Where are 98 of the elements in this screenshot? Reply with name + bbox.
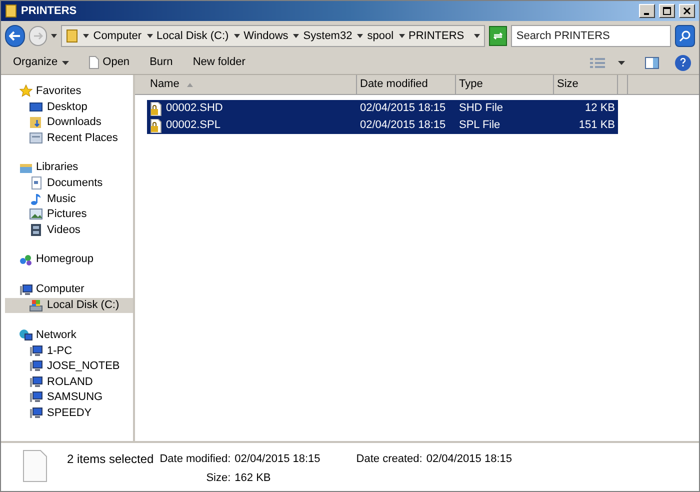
nav-item[interactable]: JOSE_NOTEB (5, 358, 133, 374)
detail-value: 162 KB (234, 470, 272, 486)
computer-icon (29, 390, 43, 404)
column-header[interactable]: Type (456, 75, 554, 94)
nav-item[interactable]: 1-PC (5, 343, 133, 358)
globe-icon (19, 328, 33, 342)
nav-item[interactable]: Network (5, 327, 133, 343)
search-button[interactable] (674, 25, 695, 47)
toolbar-button[interactable]: Organize (9, 52, 73, 72)
detail-value: 02/04/2015 18:15 (426, 452, 512, 467)
nav-item[interactable]: Local Disk (C:) (5, 298, 133, 313)
computer-icon (29, 406, 43, 420)
detail-label: Date created: (356, 452, 422, 467)
table-cell-text: 02/04/2015 18:15 (360, 118, 446, 134)
column-header[interactable]: Date modified (357, 75, 456, 94)
document-icon (29, 176, 43, 190)
detail-label: Date modified: (160, 452, 231, 467)
help-button[interactable] (675, 54, 691, 70)
back-arrow-icon (9, 31, 22, 41)
breadcrumb[interactable]: Computer (93, 28, 142, 44)
computer-icon (29, 374, 43, 389)
monitor-icon (29, 100, 43, 114)
search-field[interactable]: Search PRINTERS (511, 25, 671, 47)
close-icon (683, 7, 691, 15)
file-lock-icon (150, 118, 162, 132)
table-cell-text: 00002.SPL (166, 118, 220, 134)
toolbar-button[interactable]: Open (84, 52, 134, 72)
minimize-button[interactable] (639, 4, 655, 18)
maximize-button[interactable] (659, 4, 675, 18)
sort-arrow-icon (187, 82, 194, 86)
search-icon (678, 30, 691, 42)
nav-item[interactable]: Desktop (5, 99, 133, 114)
breadcrumb[interactable]: spool (367, 28, 394, 44)
nav-item[interactable]: Libraries (5, 160, 133, 176)
table-cell-text: 00002.SHD (166, 101, 223, 116)
nav-item[interactable]: Homegroup (5, 252, 133, 268)
caret-icon[interactable] (51, 33, 58, 39)
close-button[interactable] (679, 4, 695, 18)
breadcrumb[interactable]: PRINTERS (408, 28, 464, 44)
table-cell-text: SHD File (459, 101, 504, 116)
music-note-icon (29, 192, 43, 206)
maximize-icon (663, 7, 671, 15)
computer-icon (29, 344, 43, 358)
nav-item[interactable]: Favorites (5, 83, 133, 99)
breadcrumb[interactable]: Windows (244, 28, 288, 44)
back-button[interactable] (5, 25, 26, 47)
computer-icon (29, 359, 43, 374)
file-lock-icon (150, 102, 162, 116)
nav-item[interactable]: Pictures (5, 206, 133, 222)
refresh-icon (492, 31, 504, 41)
breadcrumb[interactable]: Local Disk (C:) (156, 28, 229, 44)
address-bar[interactable]: Computer Local Disk (C:) Windows System32 spool PRINTERS (61, 25, 486, 47)
caret-icon[interactable] (293, 33, 300, 39)
nav-item[interactable]: ROLAND (5, 374, 133, 390)
picture-icon (29, 207, 43, 222)
page-icon (88, 56, 99, 69)
toolbar-button[interactable]: Burn (146, 52, 177, 72)
file-row[interactable]: 00002.SPL 02/04/2015 18:15 SPL File 151 KB (147, 117, 618, 134)
nav-item[interactable]: Downloads (5, 114, 133, 130)
caret-icon[interactable] (398, 33, 405, 39)
caret-icon[interactable] (357, 33, 364, 39)
selection-summary: 2 items selected (67, 451, 154, 468)
disk-icon (29, 298, 43, 312)
caret-icon (618, 60, 625, 64)
toolbar-button[interactable]: New folder (188, 52, 250, 72)
refresh-button[interactable] (489, 26, 508, 46)
pane-icon (645, 56, 659, 68)
file-icon (23, 450, 47, 482)
nav-item[interactable]: SPEEDY (5, 405, 133, 420)
column-header[interactable]: Name (147, 75, 357, 94)
breadcrumb[interactable]: System32 (303, 28, 352, 44)
table-cell-text: SPL File (459, 118, 500, 134)
nav-item[interactable]: Recent Places (5, 130, 133, 146)
question-mark-icon (680, 58, 686, 67)
window-title: PRINTERS (21, 4, 77, 19)
detail-label: Size: (205, 470, 231, 486)
caret-icon[interactable] (234, 33, 240, 39)
caret-icon[interactable] (474, 33, 480, 39)
detail-value: 02/04/2015 18:15 (234, 452, 320, 467)
people-icon (19, 252, 33, 266)
table-cell-text: 02/04/2015 18:15 (360, 101, 446, 116)
forward-arrow-icon (33, 32, 44, 40)
file-row[interactable]: 00002.SHD 02/04/2015 18:15 SHD File 12 KB (147, 100, 618, 117)
nav-item[interactable]: Videos (5, 222, 133, 238)
caret-icon[interactable] (83, 33, 90, 39)
column-header[interactable]: Size (554, 75, 618, 94)
nav-item[interactable]: Documents (5, 176, 133, 191)
list-view-icon (590, 56, 606, 68)
film-icon (29, 222, 43, 237)
star-icon (19, 84, 33, 98)
nav-item[interactable]: Computer (5, 282, 133, 298)
caret-icon[interactable] (146, 33, 153, 39)
caret-icon (62, 60, 69, 64)
table-cell-text: 12 KB (585, 101, 615, 116)
nav-item[interactable]: SAMSUNG (5, 390, 133, 405)
computer-icon (19, 282, 33, 296)
table-cell-text: 151 KB (578, 118, 615, 134)
nav-item[interactable]: Music (5, 191, 133, 206)
